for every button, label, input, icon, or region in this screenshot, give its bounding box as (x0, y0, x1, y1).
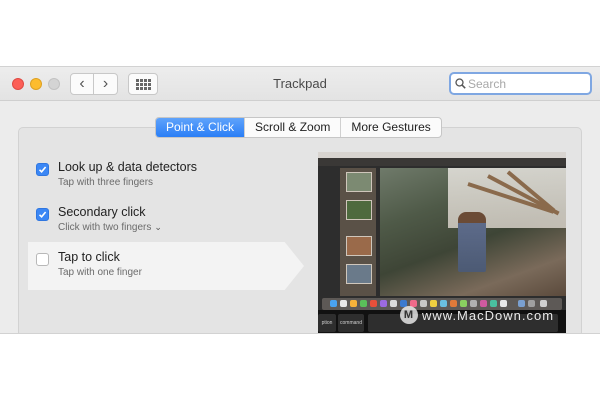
dock-icon (330, 300, 337, 307)
back-button[interactable]: ‹ (70, 73, 94, 95)
minimize-window-button[interactable] (30, 78, 42, 90)
option-sublabel: Click with two fingers (58, 222, 152, 233)
touch-bar-key: command (338, 314, 364, 332)
title-bar: ‹ › Trackpad (0, 67, 600, 101)
preview-thumbnail (346, 172, 372, 192)
forward-button[interactable]: › (94, 73, 118, 95)
watermark: M www.MacDown.com (400, 305, 554, 325)
option-look-up[interactable]: Look up & data detectors Tap with three … (36, 160, 276, 194)
dock-icon (370, 300, 377, 307)
chevron-down-icon: ⌄ (154, 222, 162, 232)
preview-thumbnail (346, 264, 372, 284)
option-tap-to-click[interactable]: Tap to click Tap with one finger (36, 250, 276, 284)
system-preferences-window: ‹ › Trackpad Point & Click Scroll & Zoom… (0, 66, 600, 334)
tab-point-and-click[interactable]: Point & Click (156, 118, 245, 137)
watermark-logo: M (400, 306, 418, 324)
search-field[interactable] (449, 72, 592, 95)
navigation-buttons: ‹ › (70, 73, 118, 95)
checkmark-icon (38, 166, 47, 173)
preview-person (458, 212, 486, 272)
dock-icon (360, 300, 367, 307)
dock-icon (380, 300, 387, 307)
chevron-right-icon: › (102, 75, 109, 92)
close-window-button[interactable] (12, 78, 24, 90)
touch-bar-key: ption (318, 314, 336, 332)
preview-thumbnail (346, 236, 372, 256)
look-up-checkbox[interactable] (36, 163, 49, 176)
dock-icon (350, 300, 357, 307)
secondary-click-checkbox[interactable] (36, 208, 49, 221)
tab-more-gestures[interactable]: More Gestures (340, 118, 440, 137)
watermark-text: www.MacDown.com (422, 307, 555, 323)
show-all-button[interactable] (128, 73, 158, 95)
option-label: Look up & data detectors (58, 160, 197, 174)
option-label: Tap to click (58, 250, 120, 264)
zoom-window-button[interactable] (48, 78, 60, 90)
dock-icon (340, 300, 347, 307)
option-label: Secondary click (58, 205, 146, 219)
tap-to-click-checkbox[interactable] (36, 253, 49, 266)
search-input[interactable] (468, 76, 578, 91)
preview-toolbar (318, 158, 566, 166)
chevron-left-icon: ‹ (79, 75, 85, 92)
preview-thumbnail (346, 200, 372, 220)
grid-icon (135, 78, 151, 90)
tab-bar: Point & Click Scroll & Zoom More Gesture… (155, 117, 442, 138)
option-sublabel: Tap with one finger (58, 267, 142, 278)
option-sublabel: Tap with three fingers (58, 177, 154, 188)
dock-icon (390, 300, 397, 307)
search-icon (455, 78, 466, 89)
tab-scroll-and-zoom[interactable]: Scroll & Zoom (244, 118, 340, 137)
secondary-click-popup[interactable]: Click with two fingers ⌄ (58, 222, 162, 233)
option-secondary-click[interactable]: Secondary click Click with two fingers ⌄ (36, 205, 276, 239)
checkmark-icon (38, 211, 47, 218)
